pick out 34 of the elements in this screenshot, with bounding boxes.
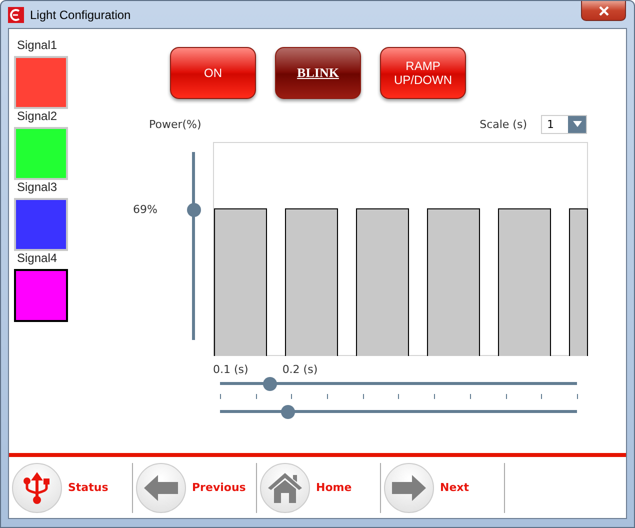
time-label: 0.2 (s) <box>282 363 318 377</box>
slider-thumb[interactable] <box>262 377 277 391</box>
close-icon <box>598 6 610 16</box>
nav-button[interactable] <box>12 462 62 512</box>
nav-label[interactable]: Status <box>68 481 108 494</box>
signal-label: Signal3 <box>17 180 58 196</box>
signal-label: Signal1 <box>17 38 58 54</box>
scale-dropdown[interactable]: 1 <box>541 114 587 134</box>
window-title: Light Configuration <box>30 8 131 22</box>
caret-icon <box>572 121 582 127</box>
nav-label[interactable]: Next <box>440 481 470 494</box>
house-icon <box>267 472 303 504</box>
power-reading: 69% <box>133 203 158 218</box>
scale-label: Scale (s) <box>480 118 527 130</box>
mode-button[interactable]: RAMP UP/DOWN <box>380 47 466 99</box>
right-arrow-icon <box>392 474 426 500</box>
usb-icon <box>22 470 52 504</box>
mode-button[interactable]: BLINK <box>275 47 361 99</box>
left-arrow-icon <box>144 474 178 500</box>
signal-label: Signal4 <box>17 251 58 267</box>
app-icon <box>8 6 24 22</box>
power-label: Power(%) <box>149 118 202 130</box>
slider-thumb[interactable] <box>280 405 295 419</box>
nav-label[interactable]: Home <box>316 481 352 494</box>
mode-button[interactable]: ON <box>170 47 256 99</box>
close-button[interactable] <box>581 1 626 21</box>
color-swatch[interactable] <box>14 268 68 322</box>
signal-label: Signal2 <box>17 109 58 125</box>
nav-label[interactable]: Previous <box>192 481 246 494</box>
nav-button[interactable] <box>384 462 434 512</box>
slider-thumb[interactable] <box>187 203 201 218</box>
nav-button[interactable] <box>136 462 186 512</box>
time-label: 0.1 (s) <box>213 363 248 377</box>
nav-button[interactable] <box>260 462 310 512</box>
